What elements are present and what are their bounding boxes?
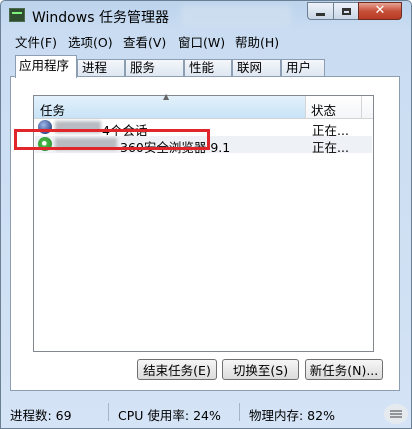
menu-bar: 文件(F) 选项(O) 查看(V) 窗口(W) 帮助(H) — [1, 30, 411, 51]
menu-window[interactable]: 窗口(W) — [178, 32, 225, 51]
new-task-button[interactable]: 新任务(N)... — [305, 359, 383, 380]
menu-file[interactable]: 文件(F) — [15, 32, 57, 51]
red-highlight-box — [14, 129, 210, 150]
resize-grip-icon[interactable] — [384, 404, 408, 424]
close-icon: ✕ — [374, 3, 386, 18]
status-bar: 进程数: 69 CPU 使用率: 24% 物理内存: 82% — [1, 399, 411, 428]
list-header: ▲ 任务 状态 — [34, 92, 373, 119]
tab-networking[interactable]: 联网 — [232, 59, 281, 77]
tab-users[interactable]: 用户 — [281, 59, 325, 77]
task-manager-icon — [9, 8, 25, 22]
header-task-label: 任务 — [40, 103, 66, 118]
applications-panel: ▲ 任务 状态 4个会话 正在... 360安全浏览器 9.1 正在... 结束… — [10, 76, 400, 391]
tab-processes[interactable]: 进程 — [77, 59, 125, 77]
status-divider — [108, 403, 109, 421]
task-status: 正在... — [312, 140, 349, 155]
end-task-button[interactable]: 结束任务(E) — [137, 359, 217, 380]
minimize-icon — [316, 12, 325, 16]
blurred-region — [181, 5, 291, 27]
sort-up-icon: ▲ — [163, 92, 170, 101]
header-task[interactable]: ▲ 任务 — [34, 92, 306, 118]
tab-strip: 应用程序 进程 服务 性能 联网 用户 — [1, 55, 411, 78]
minimize-button[interactable] — [307, 2, 334, 20]
memory-usage: 物理内存: 82% — [249, 408, 335, 423]
tab-performance[interactable]: 性能 — [184, 59, 232, 77]
process-count: 进程数: 69 — [10, 408, 72, 423]
maximize-button[interactable] — [333, 2, 359, 20]
switch-to-button[interactable]: 切换至(S) — [222, 359, 299, 380]
cpu-usage: CPU 使用率: 24% — [118, 408, 221, 423]
maximize-icon — [341, 7, 351, 15]
menu-help[interactable]: 帮助(H) — [235, 32, 279, 51]
task-manager-window: Windows 任务管理器 ✕ 文件(F) 选项(O) 查看(V) 窗口(W) … — [0, 0, 412, 429]
menu-view[interactable]: 查看(V) — [123, 32, 166, 51]
tab-services[interactable]: 服务 — [125, 59, 184, 77]
close-button[interactable]: ✕ — [358, 2, 402, 20]
window-title: Windows 任务管理器 — [32, 10, 169, 26]
header-status-label: 状态 — [311, 103, 337, 118]
header-status[interactable]: 状态 — [306, 96, 362, 118]
menu-options[interactable]: 选项(O) — [68, 32, 113, 51]
status-divider — [239, 403, 240, 421]
tab-applications[interactable]: 应用程序 — [15, 55, 77, 78]
title-bar[interactable]: Windows 任务管理器 ✕ — [1, 1, 411, 29]
